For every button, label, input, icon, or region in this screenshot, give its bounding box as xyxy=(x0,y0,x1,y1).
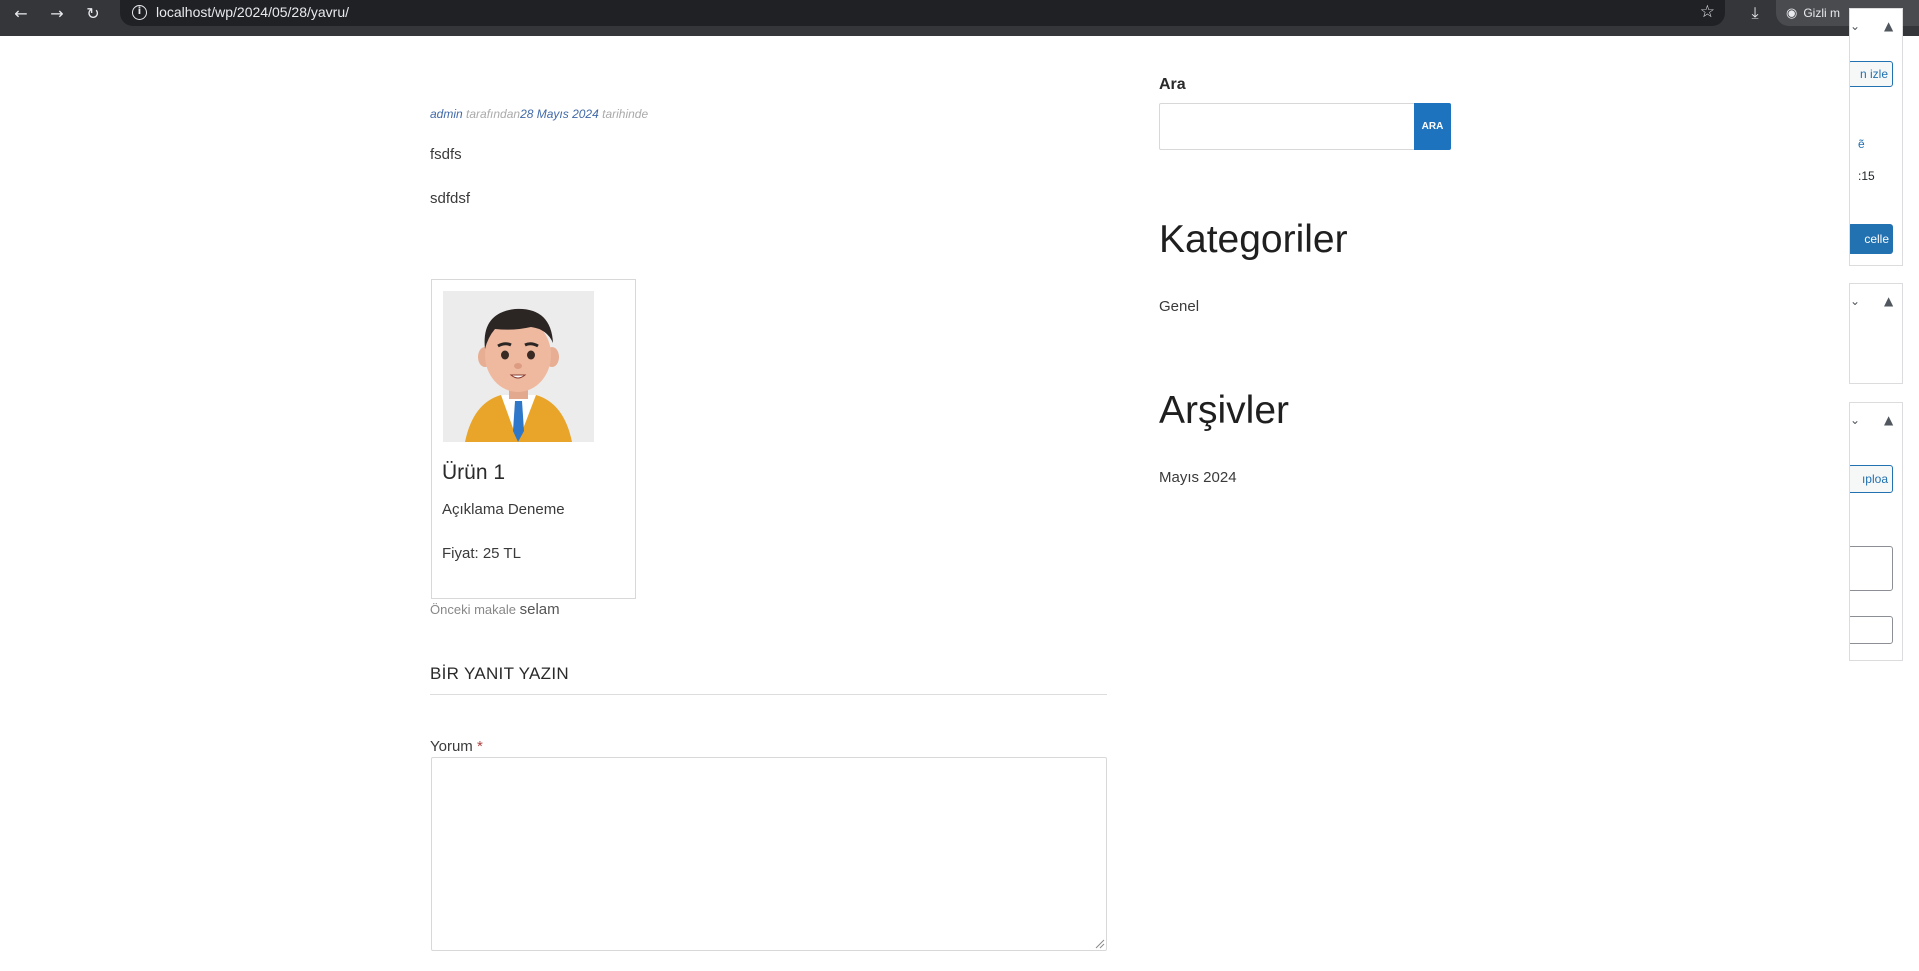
chevron-down-icon[interactable]: ⌄ xyxy=(1850,19,1860,33)
incognito-icon: ◉ xyxy=(1786,5,1798,21)
reply-heading: BİR YANIT YAZIN xyxy=(430,664,569,683)
comment-label: Yorum * xyxy=(430,738,483,755)
back-arrow-icon[interactable]: ← xyxy=(6,0,36,26)
previous-post-label: Önceki makale xyxy=(430,602,516,617)
arrow-up-icon[interactable]: ▲ xyxy=(1884,19,1893,33)
product-title: Ürün 1 xyxy=(442,461,506,484)
product-card: Ürün 1 Açıklama Deneme Fiyat: 25 TL xyxy=(431,279,636,599)
comment-textarea[interactable] xyxy=(431,757,1107,951)
admin-textarea[interactable] xyxy=(1850,546,1893,591)
resize-handle-icon[interactable] xyxy=(1095,939,1105,949)
on-text: tarihinde xyxy=(598,107,649,121)
chevron-down-icon[interactable]: ⌄ xyxy=(1850,294,1860,308)
bookmark-star-icon[interactable]: ☆ xyxy=(1700,2,1715,22)
incognito-label: Gizli m xyxy=(1803,6,1841,20)
edit-link[interactable]: ẽ xyxy=(1858,137,1865,151)
url-text: localhost/wp/2024/05/28/yavru/ xyxy=(156,4,350,20)
arrow-up-icon[interactable]: ▲ xyxy=(1884,413,1893,427)
product-description: Açıklama Deneme xyxy=(442,501,565,518)
search-button[interactable]: ARA xyxy=(1414,103,1451,150)
forward-arrow-icon[interactable]: → xyxy=(42,0,72,26)
site-info-icon[interactable]: i xyxy=(132,5,147,20)
reply-divider xyxy=(430,694,1107,695)
required-mark: * xyxy=(476,738,483,755)
address-bar[interactable]: i localhost/wp/2024/05/28/yavru/ ☆ xyxy=(120,0,1725,26)
avatar-illustration xyxy=(443,291,594,442)
post-paragraph: sdfdsf xyxy=(430,190,471,207)
admin-publish-box: ⌄ ▲ n izle ẽ :15 celle xyxy=(1849,8,1903,266)
post-meta: admin tarafından28 Mayıs 2024 tarihinde xyxy=(430,107,648,121)
upload-button[interactable]: ıploa xyxy=(1850,465,1893,493)
update-button[interactable]: celle xyxy=(1850,224,1893,254)
author-link[interactable]: admin xyxy=(430,107,463,121)
browser-toolbar: ← → ↻ i localhost/wp/2024/05/28/yavru/ ☆… xyxy=(0,0,1919,36)
previous-post-nav: Önceki makale selam xyxy=(430,601,560,618)
post-paragraph: fsdfs xyxy=(430,146,462,163)
archives-title: Arşivler xyxy=(1159,389,1290,432)
publish-time-text: :15 xyxy=(1858,169,1875,183)
archive-link[interactable]: Mayıs 2024 xyxy=(1159,469,1237,486)
comment-label-text: Yorum xyxy=(430,738,473,755)
reload-icon[interactable]: ↻ xyxy=(78,0,108,26)
product-price: Fiyat: 25 TL xyxy=(442,545,521,562)
admin-box-3: ⌄ ▲ ıploa xyxy=(1849,402,1903,661)
category-link[interactable]: Genel xyxy=(1159,298,1199,315)
admin-text-field[interactable] xyxy=(1850,616,1893,644)
preview-button[interactable]: n izle xyxy=(1850,61,1893,87)
date-link[interactable]: 28 Mayıs 2024 xyxy=(520,107,599,121)
chevron-down-icon[interactable]: ⌄ xyxy=(1850,413,1860,427)
admin-box-2: ⌄ ▲ xyxy=(1849,283,1903,384)
arrow-up-icon[interactable]: ▲ xyxy=(1884,294,1893,308)
download-icon[interactable]: ⤓ xyxy=(1742,0,1768,26)
search-input[interactable] xyxy=(1159,103,1415,150)
previous-post-link[interactable]: selam xyxy=(520,601,560,618)
by-text: tarafından xyxy=(462,107,521,121)
search-widget-title: Ara xyxy=(1159,76,1186,93)
categories-title: Kategoriler xyxy=(1159,218,1348,261)
product-image xyxy=(443,291,594,442)
